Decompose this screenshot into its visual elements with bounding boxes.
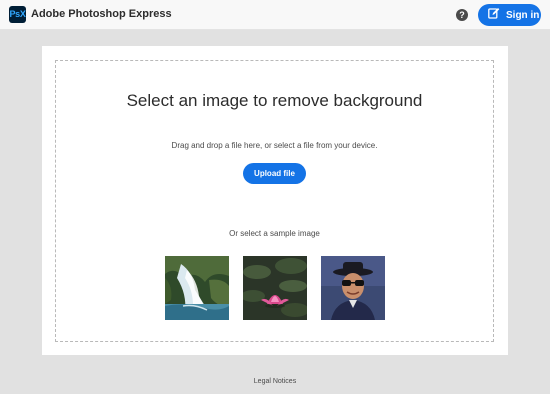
help-icon[interactable]: ? [456, 9, 468, 21]
file-drop-zone[interactable]: Select an image to remove background Dra… [55, 60, 494, 342]
main-panel: Select an image to remove background Dra… [42, 46, 508, 355]
drop-instructions: Drag and drop a file here, or select a f… [171, 141, 378, 150]
app-title: Adobe Photoshop Express [31, 8, 172, 20]
upload-file-button[interactable]: Upload file [243, 163, 306, 184]
signin-icon [488, 6, 500, 24]
sample-image-lotus[interactable] [243, 256, 307, 320]
page-title: Select an image to remove background [126, 91, 423, 110]
sample-images-label: Or select a sample image [229, 229, 320, 238]
legal-notices-link[interactable]: Legal Notices [0, 378, 550, 385]
sign-in-button[interactable]: Sign in [478, 4, 541, 26]
sample-image-waterfall[interactable] [165, 256, 229, 320]
top-bar: PsX Adobe Photoshop Express ? Sign in [0, 0, 550, 30]
sample-image-portrait[interactable] [321, 256, 385, 320]
sign-in-label: Sign in [506, 9, 540, 21]
photoshop-express-logo: PsX [9, 6, 26, 23]
